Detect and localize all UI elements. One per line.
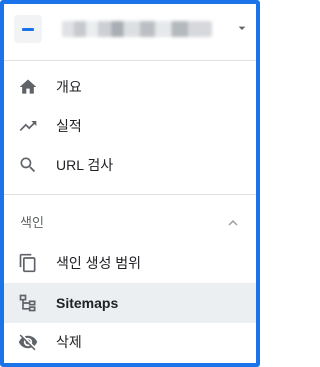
trending-up-icon xyxy=(18,116,38,136)
visibility-off-icon xyxy=(18,332,38,352)
search-icon xyxy=(18,155,38,175)
property-name-redacted xyxy=(62,21,212,37)
nav-item-label: URL 검사 xyxy=(56,157,114,173)
nav-item-url-inspection[interactable]: URL 검사 xyxy=(4,145,256,185)
nav-item-label: 개요 xyxy=(56,79,82,95)
chevron-down-icon xyxy=(234,20,250,36)
sitemap-icon xyxy=(18,293,38,313)
coverage-icon xyxy=(18,253,38,273)
property-icon xyxy=(14,15,42,43)
header-divider xyxy=(4,60,256,61)
nav-item-label: 삭제 xyxy=(56,334,82,350)
nav-item-index-coverage[interactable]: 색인 생성 범위 xyxy=(4,243,256,283)
nav-item-label: 색인 생성 범위 xyxy=(56,255,142,271)
home-icon xyxy=(18,77,38,97)
nav-item-label: Sitemaps xyxy=(56,295,119,311)
section-divider xyxy=(4,194,256,195)
nav-item-removals[interactable]: 삭제 xyxy=(4,322,256,362)
nav-item-performance[interactable]: 실적 xyxy=(4,106,256,146)
section-label: 색인 xyxy=(20,215,44,230)
property-selector[interactable] xyxy=(4,4,256,60)
nav-item-overview[interactable]: 개요 xyxy=(4,67,256,107)
section-header-index[interactable]: 색인 xyxy=(4,205,256,239)
nav-item-sitemaps[interactable]: Sitemaps xyxy=(4,283,256,323)
chevron-up-icon xyxy=(224,214,242,232)
nav-item-label: 실적 xyxy=(56,118,82,134)
